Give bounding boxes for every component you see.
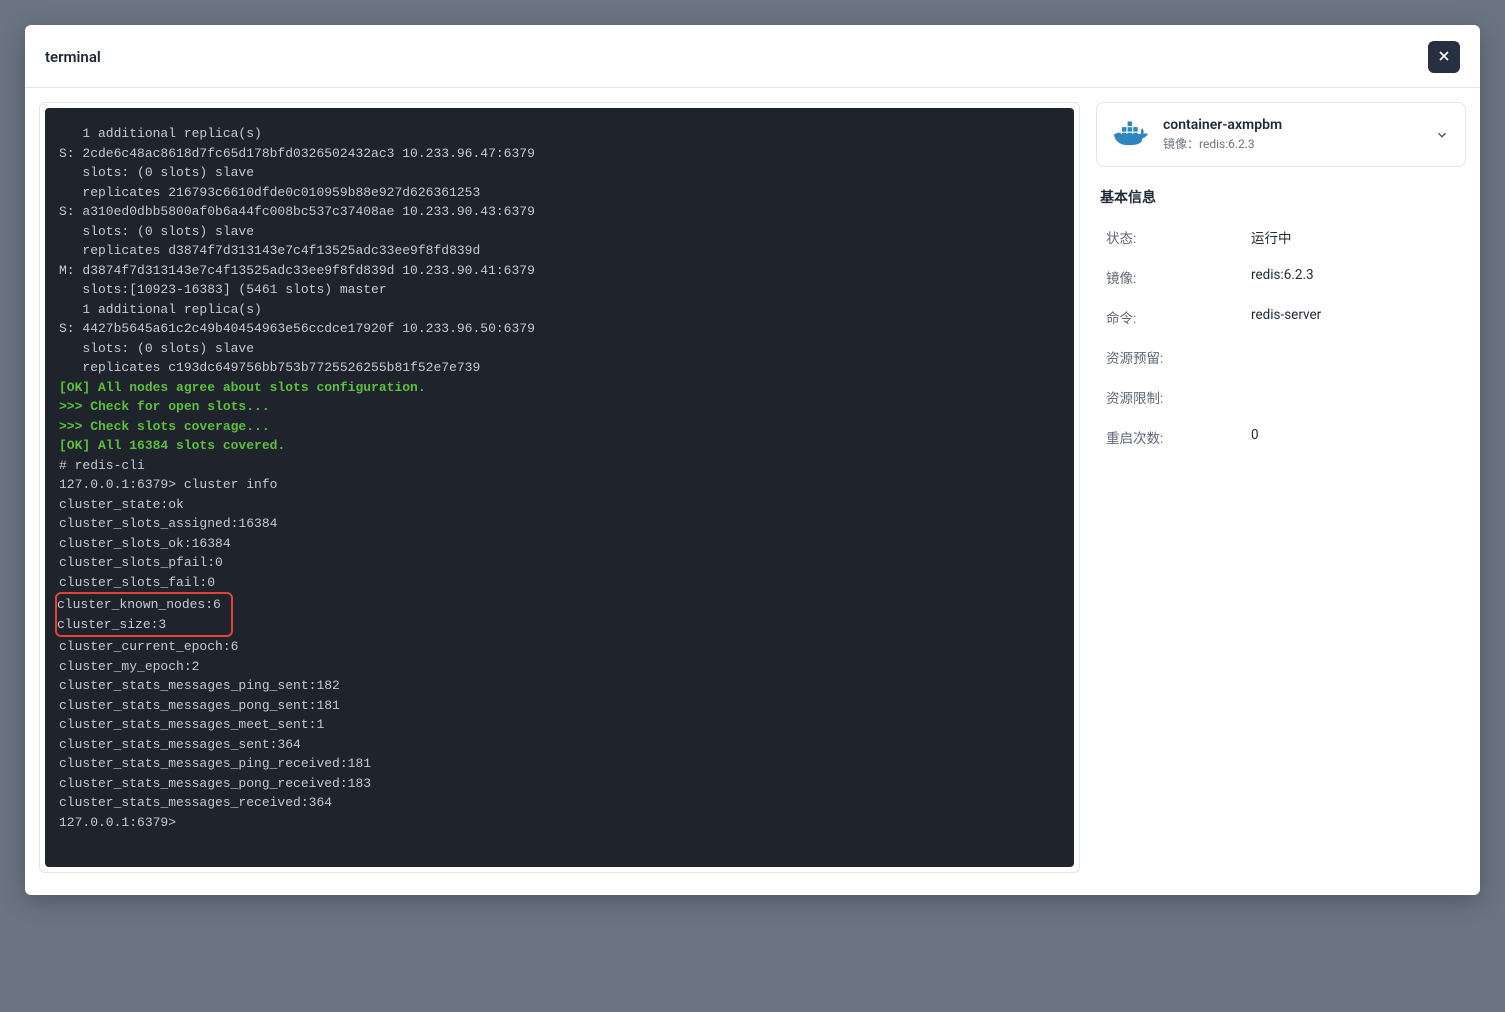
terminal-line: >>> Check slots coverage... xyxy=(59,419,270,434)
close-button[interactable] xyxy=(1428,41,1460,73)
container-card[interactable]: container-axmpbm 镜像：redis:6.2.3 xyxy=(1096,102,1466,167)
info-row: 重启次数:0 xyxy=(1100,417,1462,457)
info-key: 资源预留: xyxy=(1106,347,1251,367)
terminal-line: cluster_stats_messages_ping_received:181 xyxy=(59,756,371,771)
info-key: 状态: xyxy=(1106,227,1251,247)
terminal-line: 1 additional replica(s) xyxy=(59,302,262,317)
container-image-line: 镜像：redis:6.2.3 xyxy=(1163,135,1421,152)
terminal-line: cluster_stats_messages_sent:364 xyxy=(59,737,301,752)
side-panel: container-axmpbm 镜像：redis:6.2.3 基本信息 状态:… xyxy=(1096,102,1466,873)
terminal-modal: terminal 1 additional replica(s) S: 2cde… xyxy=(25,25,1480,895)
docker-icon xyxy=(1113,121,1149,149)
terminal-line: cluster_stats_messages_ping_sent:182 xyxy=(59,678,340,693)
terminal-line: 1 additional replica(s) xyxy=(59,126,262,141)
terminal-line: 127.0.0.1:6379> xyxy=(59,815,176,830)
terminal-line: 127.0.0.1:6379> cluster info xyxy=(59,477,277,492)
terminal-output[interactable]: 1 additional replica(s) S: 2cde6c48ac861… xyxy=(45,108,1074,867)
info-value: 0 xyxy=(1251,427,1259,447)
info-key: 命令: xyxy=(1106,307,1251,327)
terminal-line: slots:[10923-16383] (5461 slots) master xyxy=(59,282,387,297)
terminal-line: cluster_current_epoch:6 xyxy=(59,639,238,654)
terminal-line: [OK] All nodes agree about slots configu… xyxy=(59,380,426,395)
info-key: 镜像: xyxy=(1106,267,1251,287)
close-icon xyxy=(1436,48,1452,67)
container-image-value: redis:6.2.3 xyxy=(1199,137,1255,151)
terminal-line: cluster_slots_assigned:16384 xyxy=(59,516,277,531)
terminal-line: cluster_slots_pfail:0 xyxy=(59,555,223,570)
terminal-line: S: 2cde6c48ac8618d7fc65d178bfd0326502432… xyxy=(59,146,535,161)
terminal-line: slots: (0 slots) slave xyxy=(59,341,254,356)
chevron-down-icon xyxy=(1435,128,1449,142)
terminal-line: replicates d3874f7d313143e7c4f13525adc33… xyxy=(59,243,480,258)
terminal-line: [OK] All 16384 slots covered. xyxy=(59,438,285,453)
terminal-line: slots: (0 slots) slave xyxy=(59,165,254,180)
terminal-line: slots: (0 slots) slave xyxy=(59,224,254,239)
info-value: 运行中 xyxy=(1251,227,1292,247)
terminal-line: cluster_slots_ok:16384 xyxy=(59,536,231,551)
info-row: 状态:运行中 xyxy=(1100,217,1462,257)
terminal-line: cluster_known_nodes:6 xyxy=(57,597,221,612)
container-card-text: container-axmpbm 镜像：redis:6.2.3 xyxy=(1163,117,1421,152)
terminal-line: S: a310ed0dbb5800af0b6a44fc008bc537c3740… xyxy=(59,204,535,219)
terminal-line: # redis-cli xyxy=(59,458,145,473)
terminal-line: replicates c193dc649756bb753b7725526255b… xyxy=(59,360,480,375)
terminal-line: cluster_my_epoch:2 xyxy=(59,659,199,674)
terminal-line: cluster_stats_messages_pong_received:183 xyxy=(59,776,371,791)
info-row: 命令:redis-server xyxy=(1100,297,1462,337)
container-image-label: 镜像： xyxy=(1163,137,1199,151)
basic-info-heading: 基本信息 xyxy=(1100,187,1462,207)
modal-header: terminal xyxy=(25,25,1480,88)
terminal-line: cluster_slots_fail:0 xyxy=(59,575,215,590)
terminal-line: M: d3874f7d313143e7c4f13525adc33ee9f8fd8… xyxy=(59,263,535,278)
modal-title: terminal xyxy=(45,48,101,66)
basic-info-list: 状态:运行中镜像:redis:6.2.3命令:redis-server资源预留:… xyxy=(1096,217,1466,457)
info-key: 重启次数: xyxy=(1106,427,1251,447)
terminal-line: >>> Check for open slots... xyxy=(59,399,270,414)
info-key: 资源限制: xyxy=(1106,387,1251,407)
info-row: 镜像:redis:6.2.3 xyxy=(1100,257,1462,297)
terminal-line: cluster_stats_messages_pong_sent:181 xyxy=(59,698,340,713)
terminal-line: cluster_state:ok xyxy=(59,497,184,512)
modal-body: 1 additional replica(s) S: 2cde6c48ac861… xyxy=(25,88,1480,895)
info-value: redis-server xyxy=(1251,307,1321,327)
terminal-line: cluster_stats_messages_received:364 xyxy=(59,795,332,810)
terminal-line: cluster_stats_messages_meet_sent:1 xyxy=(59,717,324,732)
container-name: container-axmpbm xyxy=(1163,117,1421,133)
terminal-line: cluster_size:3 xyxy=(57,617,166,632)
terminal-line: replicates 216793c6610dfde0c010959b88e92… xyxy=(59,185,480,200)
terminal-panel: 1 additional replica(s) S: 2cde6c48ac861… xyxy=(39,102,1080,873)
info-row: 资源限制: xyxy=(1100,377,1462,417)
info-row: 资源预留: xyxy=(1100,337,1462,377)
info-value: redis:6.2.3 xyxy=(1251,267,1314,287)
terminal-line: S: 4427b5645a61c2c49b40454963e56ccdce179… xyxy=(59,321,535,336)
